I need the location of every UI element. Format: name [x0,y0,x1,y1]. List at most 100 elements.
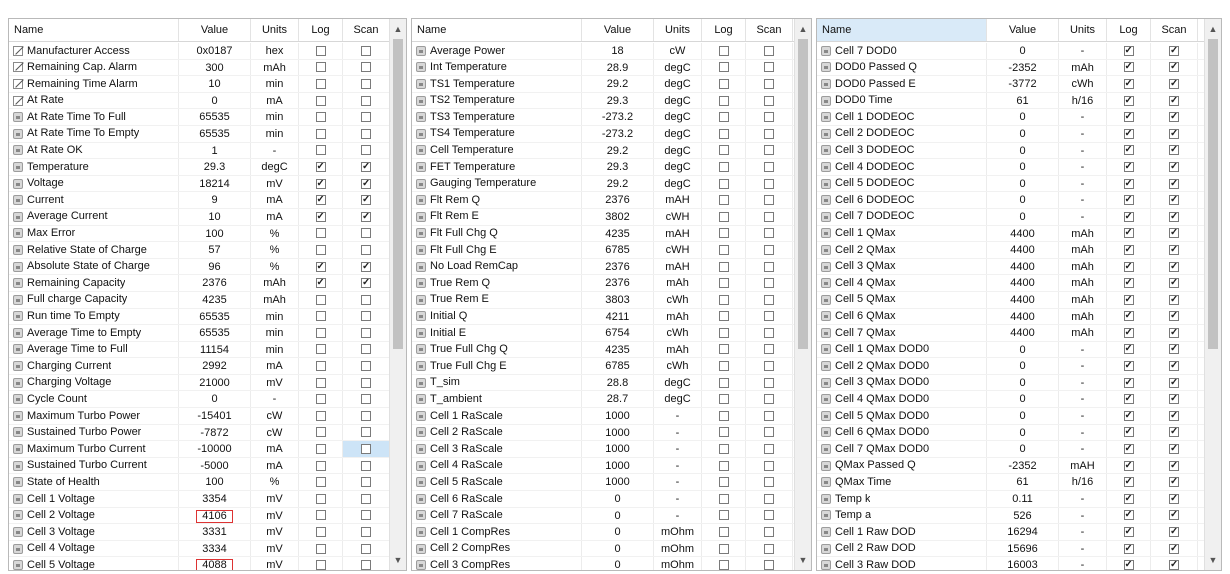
log-checkbox[interactable] [315,377,326,388]
scan-checkbox[interactable] [361,327,371,338]
scan-checkbox[interactable]: ✓ [1169,361,1179,372]
log-checkbox[interactable] [315,344,326,355]
log-checkbox[interactable] [315,527,326,538]
log-checkbox[interactable] [718,261,729,272]
table-row[interactable]: Sustained Turbo Current -5000 mA [9,457,390,475]
scan-checkbox[interactable] [361,543,371,554]
scan-checkbox[interactable] [764,344,774,355]
scan-checkbox[interactable] [764,444,774,455]
scroll-thumb[interactable] [798,39,808,349]
table-row[interactable]: Cell 1 CompRes 0 mOhm [412,524,795,541]
log-checkbox[interactable]: ✓ [1123,244,1134,255]
table-row[interactable]: Cell 3 QMax 4400 mAh ✓ ✓ [817,258,1205,276]
log-checkbox[interactable]: ✓ [1123,344,1134,355]
table-row[interactable]: Cell 4 QMax DOD0 0 - ✓ ✓ [817,391,1205,409]
table-row[interactable]: QMax Passed Q -2352 mAH ✓ ✓ [817,457,1205,475]
scan-checkbox[interactable] [361,78,371,89]
table-row[interactable]: Average Power 18 cW [412,43,795,60]
log-checkbox[interactable] [315,560,326,570]
log-checkbox[interactable]: ✓ [1123,493,1134,504]
column-header-name[interactable]: Name [412,19,582,41]
log-checkbox[interactable] [718,211,729,222]
scan-checkbox[interactable] [361,477,371,488]
scan-checkbox[interactable] [764,278,774,289]
scan-checkbox[interactable]: ✓ [1169,145,1179,156]
scan-checkbox[interactable] [361,62,371,73]
log-checkbox[interactable]: ✓ [1123,394,1134,405]
scan-checkbox[interactable] [361,95,371,106]
column-header-log[interactable]: Log [299,19,343,41]
scan-checkbox[interactable]: ✓ [1169,444,1179,455]
scan-checkbox[interactable]: ✓ [1169,427,1179,438]
scan-checkbox[interactable] [764,410,774,421]
table-row[interactable]: Cell 3 Raw DOD 16003 - ✓ ✓ [817,557,1205,570]
log-checkbox[interactable] [718,161,729,172]
table-row[interactable]: At Rate Time To Full 65535 min [9,109,390,126]
table-row[interactable]: Cell 1 QMax 4400 mAh ✓ ✓ [817,225,1205,243]
table-row[interactable]: Current 9 mA ✓ ✓ [9,192,390,209]
scan-checkbox[interactable]: ✓ [1169,112,1179,123]
table-row[interactable]: Gauging Temperature 29.2 degC [412,175,795,193]
log-checkbox[interactable]: ✓ [1123,427,1134,438]
log-checkbox[interactable] [315,78,326,89]
log-checkbox[interactable]: ✓ [1123,294,1134,305]
table-row[interactable]: Temp k 0.11 - ✓ ✓ [817,491,1205,508]
scan-checkbox[interactable] [764,244,774,255]
log-checkbox[interactable] [718,311,729,322]
scan-checkbox[interactable]: ✓ [1169,477,1179,488]
scan-checkbox[interactable] [764,228,774,239]
scan-checkbox[interactable]: ✓ [1169,211,1179,222]
table-row[interactable]: Manufacturer Access 0x0187 hex [9,43,390,60]
log-checkbox[interactable] [718,377,729,388]
table-row[interactable]: Charging Voltage 21000 mV [9,374,390,392]
log-checkbox[interactable]: ✓ [1123,45,1134,56]
log-checkbox[interactable] [718,361,729,372]
scan-checkbox[interactable]: ✓ [1169,62,1179,73]
log-checkbox[interactable] [315,244,326,255]
table-row[interactable]: Remaining Cap. Alarm 300 mAh [9,59,390,77]
scan-checkbox[interactable] [764,62,774,73]
table-row[interactable]: Cell 7 QMax 4400 mAh ✓ ✓ [817,325,1205,342]
table-row[interactable]: T_sim 28.8 degC [412,374,795,392]
table-row[interactable]: DOD0 Time 61 h/16 ✓ ✓ [817,92,1205,110]
scroll-down-icon[interactable]: ▼ [390,553,406,567]
table-row[interactable]: Average Time to Full 11154 min [9,341,390,359]
table-row[interactable]: Cell 5 QMax 4400 mAh ✓ ✓ [817,291,1205,309]
scan-checkbox[interactable] [764,211,774,222]
log-checkbox[interactable]: ✓ [1123,361,1134,372]
log-checkbox[interactable] [315,510,326,521]
log-checkbox[interactable]: ✓ [1123,78,1134,89]
table-row[interactable]: Charging Current 2992 mA [9,358,390,375]
scan-checkbox[interactable]: ✓ [1169,493,1179,504]
scan-checkbox[interactable]: ✓ [1169,45,1179,56]
table-row[interactable]: Cell 4 QMax 4400 mAh ✓ ✓ [817,275,1205,292]
scan-checkbox[interactable] [361,560,371,570]
log-checkbox[interactable]: ✓ [315,195,326,206]
log-checkbox[interactable]: ✓ [315,178,326,189]
table-row[interactable]: Cell 2 QMax 4400 mAh ✓ ✓ [817,242,1205,259]
table-row[interactable]: Cell 2 RaScale 1000 - [412,424,795,442]
log-checkbox[interactable] [718,112,729,123]
log-checkbox[interactable] [315,95,326,106]
table-row[interactable]: Cell 5 DODEOC 0 - ✓ ✓ [817,175,1205,193]
column-header-log[interactable]: Log [1107,19,1151,41]
log-checkbox[interactable] [315,112,326,123]
log-checkbox[interactable]: ✓ [1123,510,1134,521]
table-row[interactable]: Temperature 29.3 degC ✓ ✓ [9,159,390,176]
log-checkbox[interactable] [718,327,729,338]
scan-checkbox[interactable]: ✓ [361,211,371,222]
table-row[interactable]: Max Error 100% [9,225,390,243]
table-row[interactable]: Cell 2 QMax DOD0 0 - ✓ ✓ [817,358,1205,375]
scan-checkbox[interactable] [764,543,774,554]
scan-checkbox[interactable] [764,78,774,89]
scan-checkbox[interactable]: ✓ [1169,95,1179,106]
vertical-scrollbar[interactable]: ▲ ▼ [1204,19,1221,570]
log-checkbox[interactable]: ✓ [1123,161,1134,172]
scroll-up-icon[interactable]: ▲ [390,22,406,36]
table-row[interactable]: Cell Temperature 29.2 degC [412,142,795,160]
scroll-thumb[interactable] [1208,39,1218,349]
scan-checkbox[interactable] [361,228,371,239]
log-checkbox[interactable] [315,477,326,488]
log-checkbox[interactable]: ✓ [1123,460,1134,471]
scan-checkbox[interactable] [764,311,774,322]
